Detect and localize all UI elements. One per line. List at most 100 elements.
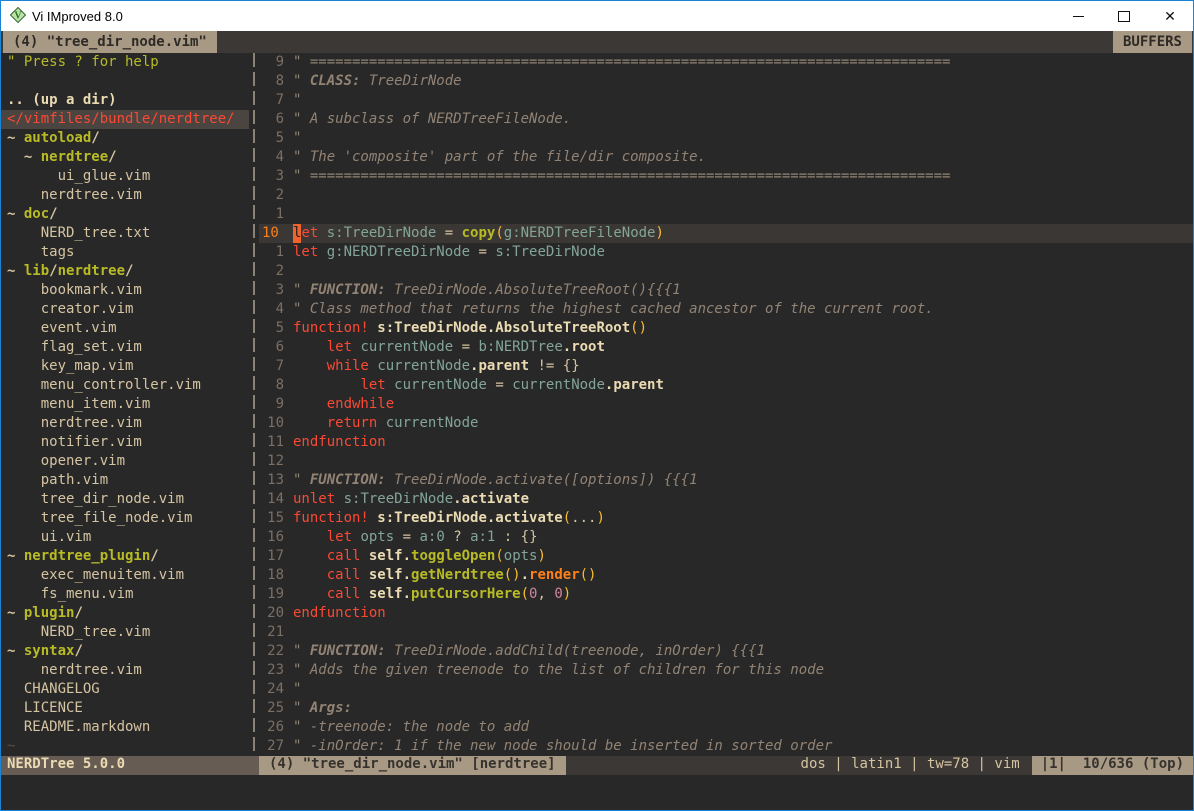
tree-item-file[interactable]: menu_item.vim: [1, 395, 249, 414]
code-line[interactable]: 16 let opts = a:0 ? a:1 : {}: [259, 528, 1193, 547]
statusline-fileinfo: dos | latin1 | tw=78 | vim: [789, 756, 1032, 775]
code-line[interactable]: 23" Adds the given treenode to the list …: [259, 661, 1193, 680]
tree-item-file[interactable]: exec_menuitem.vim: [1, 566, 249, 585]
tree-item-file[interactable]: nerdtree.vim: [1, 414, 249, 433]
tree-item-dir[interactable]: ~ autoload/: [1, 129, 249, 148]
code-line[interactable]: 25" Args:: [259, 699, 1193, 718]
code-line[interactable]: 17 call self.toggleOpen(opts): [259, 547, 1193, 566]
tree-item-file[interactable]: NERD_tree.txt: [1, 224, 249, 243]
maximize-button[interactable]: [1101, 1, 1147, 31]
tab-active[interactable]: (4) "tree_dir_node.vim": [3, 31, 217, 53]
editor-pane: 9" =====================================…: [259, 53, 1193, 756]
tree-item-file[interactable]: tree_dir_node.vim: [1, 490, 249, 509]
statusline-file: (4) "tree_dir_node.vim" [nerdtree]: [259, 756, 566, 775]
code-line[interactable]: 19 call self.putCursorHere(0, 0): [259, 585, 1193, 604]
code-line[interactable]: 22" FUNCTION: TreeDirNode.addChild(treen…: [259, 642, 1193, 661]
code-line[interactable]: 3" FUNCTION: TreeDirNode.AbsoluteTreeRoo…: [259, 281, 1193, 300]
tree-item-dir[interactable]: ~ syntax/: [1, 642, 249, 661]
tree-item-file[interactable]: menu_controller.vim: [1, 376, 249, 395]
line-number: 2: [259, 262, 293, 281]
line-number: 20: [259, 604, 293, 623]
tree-item-file[interactable]: opener.vim: [1, 452, 249, 471]
line-number: 1: [259, 243, 293, 262]
window-title: Vi IMproved 8.0: [32, 9, 123, 24]
code-line[interactable]: 6" A subclass of NERDTreeFileNode.: [259, 110, 1193, 129]
statusline-filler: [566, 756, 789, 775]
tree-item-file[interactable]: nerdtree.vim: [1, 186, 249, 205]
tree-item-file[interactable]: bookmark.vim: [1, 281, 249, 300]
code-line[interactable]: 18 call self.getNerdtree().render(): [259, 566, 1193, 585]
tree-item-dir[interactable]: ~ doc/: [1, 205, 249, 224]
maximize-icon: [1118, 11, 1130, 22]
code-line[interactable]: 10 return currentNode: [259, 414, 1193, 433]
tree-item-file[interactable]: fs_menu.vim: [1, 585, 249, 604]
code-line[interactable]: 26" -treenode: the node to add: [259, 718, 1193, 737]
code-line[interactable]: 21: [259, 623, 1193, 642]
code-line-current[interactable]: 10let s:TreeDirNode = copy(g:NERDTreeFil…: [259, 224, 1193, 243]
code-line[interactable]: 15function! s:TreeDirNode.activate(...): [259, 509, 1193, 528]
tree-item-file[interactable]: notifier.vim: [1, 433, 249, 452]
tree-item-file[interactable]: creator.vim: [1, 300, 249, 319]
statusline: NERDTree 5.0.0 (4) "tree_dir_node.vim" […: [1, 756, 1193, 775]
window-separator[interactable]: [249, 53, 259, 756]
code-line[interactable]: 14unlet s:TreeDirNode.activate: [259, 490, 1193, 509]
tree-item-file[interactable]: LICENCE: [1, 699, 249, 718]
window-controls: ✕: [1055, 1, 1193, 31]
tree-item-file[interactable]: event.vim: [1, 319, 249, 338]
tree-item-dir[interactable]: ~ nerdtree_plugin/: [1, 547, 249, 566]
code-line[interactable]: 2: [259, 186, 1193, 205]
code-line[interactable]: 8 let currentNode = currentNode.parent: [259, 376, 1193, 395]
code-line[interactable]: 27" -inOrder: 1 if the new node should b…: [259, 737, 1193, 756]
tree-item-file[interactable]: nerdtree.vim: [1, 661, 249, 680]
code-line[interactable]: 4" Class method that returns the highest…: [259, 300, 1193, 319]
tree-updir[interactable]: .. (up a dir): [1, 91, 249, 110]
tree-item-file[interactable]: ui_glue.vim: [1, 167, 249, 186]
tree-item-dir[interactable]: ~ plugin/: [1, 604, 249, 623]
tree-item-file[interactable]: path.vim: [1, 471, 249, 490]
code-line[interactable]: 9 endwhile: [259, 395, 1193, 414]
code-line[interactable]: 1let g:NERDTreeDirNode = s:TreeDirNode: [259, 243, 1193, 262]
tree-item-file[interactable]: tags: [1, 243, 249, 262]
svg-text:V: V: [14, 10, 22, 21]
code-line[interactable]: 7": [259, 91, 1193, 110]
line-number: 9: [259, 53, 293, 72]
tree-blank: [1, 72, 249, 91]
code-line[interactable]: 20endfunction: [259, 604, 1193, 623]
code-line[interactable]: 11endfunction: [259, 433, 1193, 452]
tree-item-file[interactable]: key_map.vim: [1, 357, 249, 376]
line-number: 13: [259, 471, 293, 490]
code-line[interactable]: 8" CLASS: TreeDirNode: [259, 72, 1193, 91]
code-line[interactable]: 7 while currentNode.parent != {}: [259, 357, 1193, 376]
tree-root[interactable]: </vimfiles/bundle/nerdtree/: [1, 110, 249, 129]
code-line[interactable]: 2: [259, 262, 1193, 281]
tree-item-file[interactable]: NERD_tree.vim: [1, 623, 249, 642]
buffers-tab[interactable]: BUFFERS: [1113, 31, 1192, 53]
line-number: 14: [259, 490, 293, 509]
line-number: 26: [259, 718, 293, 737]
line-number: 1: [259, 205, 293, 224]
tree-item-dir[interactable]: ~ lib/nerdtree/: [1, 262, 249, 281]
line-number: 11: [259, 433, 293, 452]
code-line[interactable]: 24": [259, 680, 1193, 699]
code-line[interactable]: 5function! s:TreeDirNode.AbsoluteTreeRoo…: [259, 319, 1193, 338]
code-line[interactable]: 6 let currentNode = b:NERDTree.root: [259, 338, 1193, 357]
tree-item-file[interactable]: flag_set.vim: [1, 338, 249, 357]
tree-item-file[interactable]: tree_file_node.vim: [1, 509, 249, 528]
code-line[interactable]: 9" =====================================…: [259, 53, 1193, 72]
code-line[interactable]: 13" FUNCTION: TreeDirNode.activate([opti…: [259, 471, 1193, 490]
line-number: 7: [259, 91, 293, 110]
tree-item-dir[interactable]: ~ nerdtree/: [1, 148, 249, 167]
line-number: 16: [259, 528, 293, 547]
tree-item-file[interactable]: CHANGELOG: [1, 680, 249, 699]
nerdtree-pane: " Press ? for help.. (up a dir)</vimfile…: [1, 53, 249, 756]
code-line[interactable]: 5": [259, 129, 1193, 148]
minimize-button[interactable]: [1055, 1, 1101, 31]
line-number: 8: [259, 72, 293, 91]
tree-item-file[interactable]: ui.vim: [1, 528, 249, 547]
close-button[interactable]: ✕: [1147, 1, 1193, 31]
code-line[interactable]: 12: [259, 452, 1193, 471]
tree-item-file[interactable]: README.markdown: [1, 718, 249, 737]
code-line[interactable]: 3" =====================================…: [259, 167, 1193, 186]
code-line[interactable]: 4" The 'composite' part of the file/dir …: [259, 148, 1193, 167]
code-line[interactable]: 1: [259, 205, 1193, 224]
